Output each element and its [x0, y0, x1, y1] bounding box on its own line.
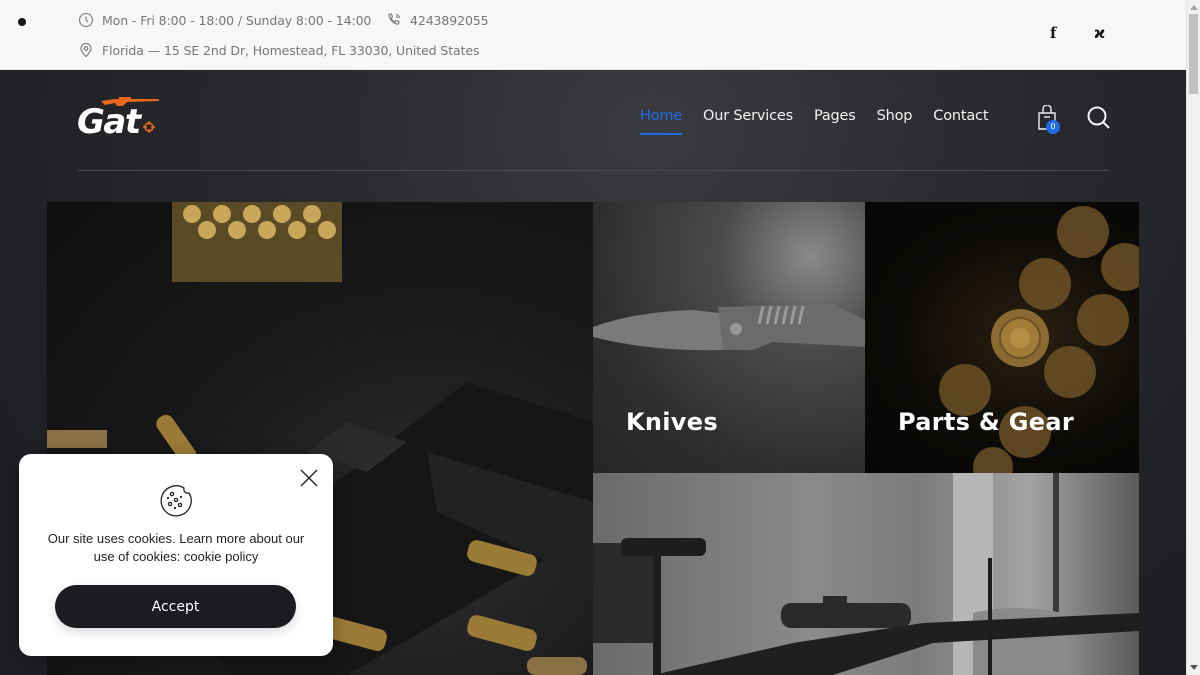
logo-text: Gat — [77, 102, 141, 142]
tile-label-knives: Knives — [626, 408, 718, 436]
address: Florida — 15 SE 2nd Dr, Homestead, FL 33… — [78, 42, 479, 58]
rifle-photo — [593, 473, 1139, 675]
header-divider — [78, 170, 1109, 171]
close-icon — [300, 469, 318, 487]
xing-icon[interactable]: ϰ — [1094, 24, 1105, 42]
nav-shop[interactable]: Shop — [877, 108, 913, 124]
phone-icon — [388, 13, 401, 25]
search-icon — [1087, 106, 1110, 129]
close-cookie-button[interactable] — [299, 468, 319, 488]
scroll-down-arrow-icon[interactable] — [1190, 665, 1198, 670]
opening-hours: Mon - Fri 8:00 - 18:00 / Sunday 8:00 - 1… — [78, 12, 371, 28]
scroll-thumb[interactable] — [1189, 14, 1198, 94]
facebook-icon[interactable]: f — [1050, 24, 1056, 42]
gallery-tile-parts-gear[interactable]: Parts & Gear — [865, 202, 1139, 473]
gallery-tile-knives[interactable]: Knives — [593, 202, 865, 473]
page-scrollbar[interactable] — [1186, 0, 1200, 675]
accept-cookies-button[interactable]: Accept — [55, 585, 296, 628]
site-logo[interactable]: Gat — [77, 94, 167, 144]
crosshair-logo-icon — [143, 121, 155, 133]
clock-icon — [78, 12, 94, 28]
cart-button[interactable]: 0 — [1036, 104, 1062, 135]
cookie-message: Our site uses cookies. Learn more about … — [47, 531, 305, 564]
scroll-up-arrow-icon[interactable] — [1190, 5, 1198, 10]
gallery-tile-rifles[interactable] — [593, 473, 1139, 675]
location-pin-icon — [80, 42, 92, 58]
nav-home[interactable]: Home — [640, 108, 682, 135]
phone[interactable]: 4243892055 — [386, 12, 489, 28]
search-button[interactable] — [1086, 105, 1112, 131]
opening-hours-text: Mon - Fri 8:00 - 18:00 / Sunday 8:00 - 1… — [102, 12, 372, 28]
nav-pages[interactable]: Pages — [814, 108, 856, 124]
tile-label-parts-gear: Parts & Gear — [898, 408, 1074, 436]
main-nav: Home Our Services Pages Shop Contact — [640, 108, 989, 135]
phone-number[interactable]: 4243892055 — [410, 13, 489, 28]
nav-our-services[interactable]: Our Services — [703, 108, 793, 124]
cart-count-badge: 0 — [1046, 120, 1060, 134]
nav-contact[interactable]: Contact — [933, 108, 988, 124]
cookie-consent-popup: Our site uses cookies. Learn more about … — [19, 454, 333, 656]
top-info-bar: Mon - Fri 8:00 - 18:00 / Sunday 8:00 - 1… — [0, 0, 1186, 70]
menu-dot-icon[interactable] — [18, 18, 26, 26]
address-text: Florida — 15 SE 2nd Dr, Homestead, FL 33… — [102, 42, 480, 58]
cookie-icon — [159, 483, 193, 517]
